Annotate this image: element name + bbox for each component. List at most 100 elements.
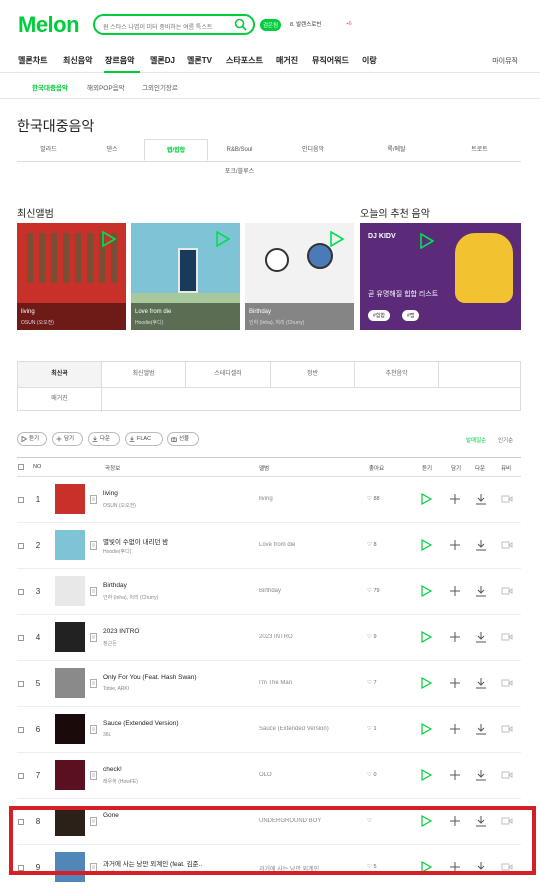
download-icon[interactable] bbox=[475, 815, 487, 827]
nav-tv[interactable]: 멜론TV bbox=[187, 55, 212, 66]
tab-latest-albums[interactable]: 최신앨범 bbox=[102, 362, 186, 387]
genre-hiphop[interactable]: 랩/힙합 bbox=[144, 139, 208, 161]
melon-logo[interactable]: Melon bbox=[18, 12, 80, 38]
nav-dj[interactable]: 멜론DJ bbox=[150, 55, 175, 66]
play-icon[interactable] bbox=[420, 723, 432, 735]
listen-button[interactable]: 듣기 bbox=[17, 432, 47, 446]
genre-ballad[interactable]: 발라드 bbox=[17, 139, 80, 161]
like-button[interactable]: ♡ 0 bbox=[367, 772, 377, 778]
add-icon[interactable] bbox=[449, 677, 461, 689]
search-icon[interactable] bbox=[234, 18, 247, 31]
song-artist[interactable]: OSUN (오오전) bbox=[103, 502, 136, 509]
nav-mymusic[interactable]: 마이뮤직 bbox=[492, 56, 518, 66]
play-icon[interactable] bbox=[420, 493, 432, 505]
song-row[interactable]: 4 2023 INTRO 정근든 2023 INTRO ♡ 9 bbox=[17, 615, 521, 661]
like-button[interactable]: ♡ 7 bbox=[367, 680, 377, 686]
song-row[interactable]: 1 living OSUN (오오전) living ♡ 88 bbox=[17, 477, 521, 523]
play-icon[interactable] bbox=[216, 231, 230, 247]
song-row[interactable]: 9 과거에 사는 낭만 외계인 (feat. 김준.. ruletheworldto… bbox=[17, 845, 521, 890]
download-icon[interactable] bbox=[475, 493, 487, 505]
song-info-icon[interactable] bbox=[90, 495, 97, 504]
album-artist[interactable]: Hoodie(후디) bbox=[135, 319, 163, 326]
song-artist[interactable]: 래우하 (HowFE) bbox=[103, 778, 138, 785]
search-input[interactable] bbox=[103, 19, 233, 37]
song-title[interactable]: Birthday bbox=[103, 582, 127, 589]
play-icon[interactable] bbox=[330, 231, 344, 247]
row-checkbox[interactable] bbox=[18, 543, 24, 549]
nav-award[interactable]: 뮤직어워드 bbox=[312, 55, 349, 66]
album-card[interactable]: Birthday 인하 (Inha), 처리 (Churry) bbox=[245, 223, 354, 330]
row-checkbox[interactable] bbox=[18, 727, 24, 733]
add-icon[interactable] bbox=[449, 861, 461, 873]
play-icon[interactable] bbox=[420, 769, 432, 781]
song-row[interactable]: 6 Sauce (Extended Version) 36L Sauce (Exten… bbox=[17, 707, 521, 753]
add-icon[interactable] bbox=[449, 815, 461, 827]
download-button[interactable]: 다운 bbox=[88, 432, 120, 446]
like-button[interactable]: ♡ bbox=[367, 818, 372, 824]
song-title[interactable]: 별빛이 수없이 내리던 밤 bbox=[103, 536, 168, 546]
album-artist[interactable]: OSUN (오오전) bbox=[21, 319, 54, 326]
genre-dance[interactable]: 댄스 bbox=[80, 139, 144, 161]
song-album[interactable]: Sauce (Extended Version) bbox=[259, 726, 329, 732]
song-title[interactable]: Only For You (Feat. Hash Swan) bbox=[103, 674, 197, 681]
song-artist[interactable]: 인하 (Inha), 처리 (Churry) bbox=[103, 594, 158, 601]
mv-icon[interactable] bbox=[501, 861, 513, 873]
album-card[interactable]: living OSUN (오오전) bbox=[17, 223, 126, 330]
download-icon[interactable] bbox=[475, 861, 487, 873]
genre-rnb[interactable]: R&B/Soul bbox=[208, 139, 271, 161]
song-title[interactable]: 2023 INTRO bbox=[103, 628, 140, 635]
album-title[interactable]: Love from die bbox=[135, 309, 171, 315]
add-icon[interactable] bbox=[449, 493, 461, 505]
song-info-icon[interactable] bbox=[90, 679, 97, 688]
album-thumbnail[interactable] bbox=[55, 530, 85, 560]
play-icon[interactable] bbox=[420, 539, 432, 551]
nav-genre[interactable]: 장르음악 bbox=[105, 55, 134, 66]
song-title[interactable]: 과거에 사는 낭만 외계인 (feat. 김준.. bbox=[103, 858, 202, 868]
subnav-other[interactable]: 그외인기장르 bbox=[142, 82, 178, 92]
add-icon[interactable] bbox=[449, 723, 461, 735]
nav-chart[interactable]: 멜론차트 bbox=[18, 55, 47, 66]
subnav-kpop[interactable]: 한국대중음악 bbox=[32, 82, 68, 92]
mv-icon[interactable] bbox=[501, 815, 513, 827]
dj-tag[interactable]: #랩 bbox=[402, 310, 420, 321]
tab-latest-songs[interactable]: 최신곡 bbox=[18, 362, 102, 387]
play-icon[interactable] bbox=[420, 677, 432, 689]
song-album[interactable]: 2023 INTRO bbox=[259, 634, 293, 640]
tab-recommend[interactable]: 추천음악 bbox=[355, 362, 439, 387]
song-row[interactable]: 3 Birthday 인하 (Inha), 처리 (Churry) Birthday ♡… bbox=[17, 569, 521, 615]
mv-icon[interactable] bbox=[501, 677, 513, 689]
album-thumbnail[interactable] bbox=[55, 668, 85, 698]
like-button[interactable]: ♡ 9 bbox=[367, 634, 377, 640]
like-button[interactable]: ♡ 5 bbox=[367, 864, 377, 870]
row-checkbox[interactable] bbox=[18, 819, 24, 825]
song-title[interactable]: check! bbox=[103, 766, 122, 773]
download-icon[interactable] bbox=[475, 723, 487, 735]
genre-trot[interactable]: 트로트 bbox=[438, 139, 521, 161]
album-thumbnail[interactable] bbox=[55, 576, 85, 606]
album-thumbnail[interactable] bbox=[55, 622, 85, 652]
song-row[interactable]: 5 Only For You (Feat. Hash Swan) Tobie, AR… bbox=[17, 661, 521, 707]
song-artist[interactable]: Tobie, ARKI bbox=[103, 686, 129, 692]
sort-popular[interactable]: 인기순 bbox=[498, 436, 513, 444]
row-checkbox[interactable] bbox=[18, 865, 24, 871]
song-album[interactable]: I'm The Man bbox=[259, 680, 292, 686]
album-thumbnail[interactable] bbox=[55, 714, 85, 744]
song-info-icon[interactable] bbox=[90, 633, 97, 642]
play-icon[interactable] bbox=[420, 861, 432, 873]
album-thumbnail[interactable] bbox=[55, 806, 85, 836]
play-icon[interactable] bbox=[420, 585, 432, 597]
play-icon[interactable] bbox=[420, 233, 434, 249]
search-chip[interactable]: 검은됨 bbox=[260, 19, 282, 31]
sort-release[interactable]: 발매일순 bbox=[466, 436, 486, 444]
song-title[interactable]: living bbox=[103, 490, 118, 497]
song-album[interactable]: 과거에 사는 낭만 외계인 bbox=[259, 864, 319, 873]
dj-recommendation-card[interactable]: DJ KIDV 곧 유명해질 힙합 리스트 #힙합 #랩 bbox=[360, 223, 521, 330]
song-album[interactable]: Birthday bbox=[259, 588, 281, 594]
song-info-icon[interactable] bbox=[90, 863, 97, 872]
album-title[interactable]: living bbox=[21, 309, 35, 315]
song-row[interactable]: 7 check! 래우하 (HowFE) OLO ♡ 0 bbox=[17, 753, 521, 799]
album-thumbnail[interactable] bbox=[55, 484, 85, 514]
subnav-pop[interactable]: 해외POP음악 bbox=[87, 82, 125, 92]
play-icon[interactable] bbox=[420, 631, 432, 643]
album-title[interactable]: Birthday bbox=[249, 309, 271, 315]
